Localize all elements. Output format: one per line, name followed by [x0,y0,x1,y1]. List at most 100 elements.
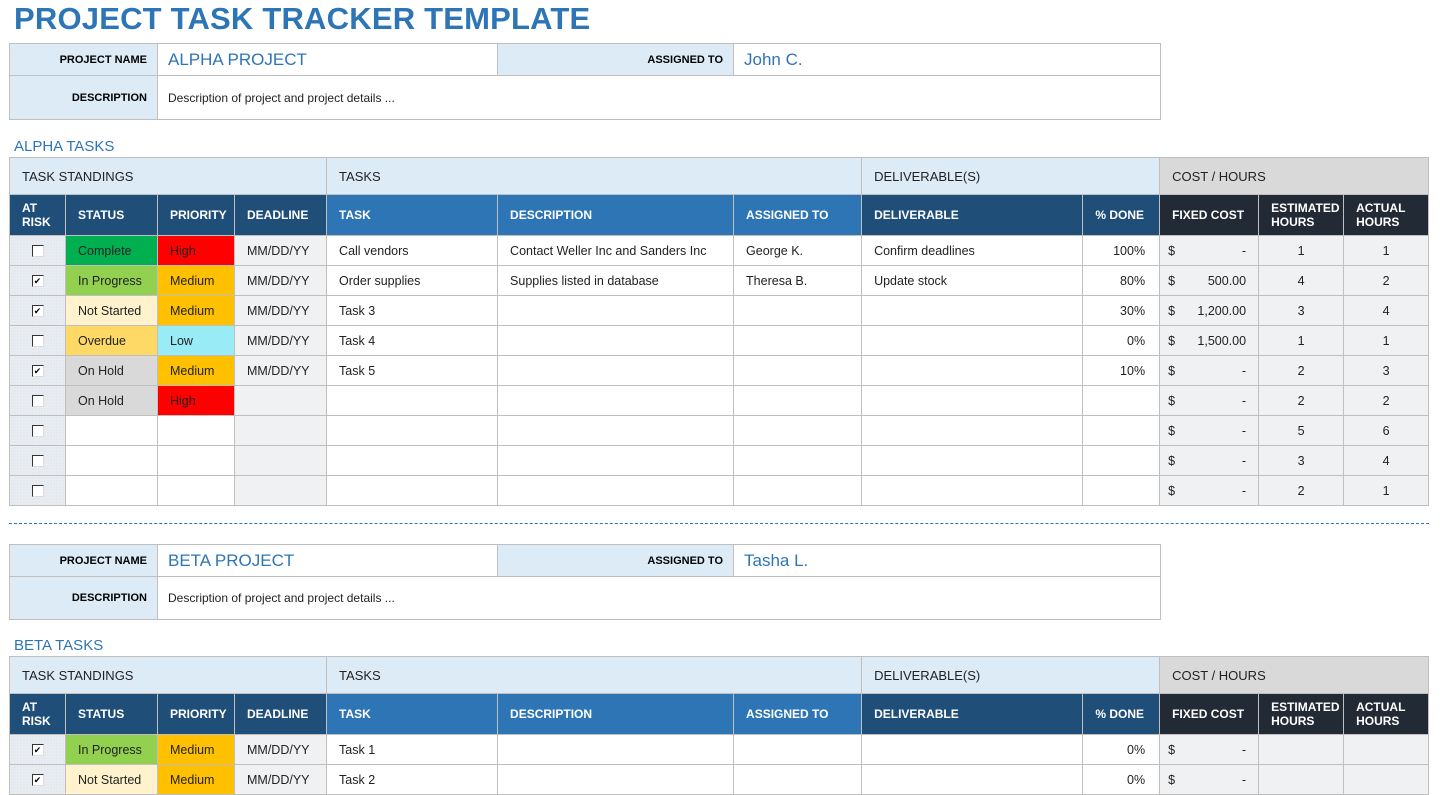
status-cell[interactable]: On Hold [65,385,158,416]
column-header-status[interactable]: STATUS [65,194,158,236]
estimated-hours-cell[interactable]: 2 [1258,355,1345,386]
column-header-deliverable[interactable]: DELIVERABLE [861,194,1084,236]
pct-done-cell[interactable]: 0% [1082,764,1161,795]
description-cell[interactable]: Supplies listed in database [497,265,735,296]
column-header-pct-done[interactable]: % DONE [1082,693,1161,735]
checkbox-unchecked[interactable] [31,425,44,438]
deadline-cell[interactable] [233,445,328,476]
deliverable-cell[interactable] [861,385,1084,416]
assigned-to-cell[interactable] [733,295,863,326]
estimated-hours-cell[interactable]: 2 [1258,475,1345,506]
column-header-deadline[interactable]: DEADLINE [233,194,328,236]
status-cell[interactable] [65,475,158,506]
column-header-task[interactable]: TASK [326,194,499,236]
estimated-hours-cell[interactable]: 1 [1258,325,1345,356]
assigned-to-cell[interactable]: George K. [733,235,863,266]
pct-done-cell[interactable]: 80% [1082,265,1161,296]
status-cell[interactable] [65,415,158,446]
description-cell[interactable] [497,385,735,416]
column-header-priority[interactable]: PRIORITY [157,693,235,735]
checkbox-checked[interactable]: ✔ [31,774,44,787]
actual-hours-cell[interactable]: 6 [1343,415,1430,446]
deadline-cell[interactable]: MM/DD/YY [233,734,328,765]
status-cell[interactable]: Complete [65,235,158,266]
assigned-to-cell[interactable] [733,734,863,765]
fixed-cost-cell[interactable]: $ - [1159,385,1260,416]
task-cell[interactable]: Task 2 [326,764,499,795]
fixed-cost-cell[interactable]: $ - [1159,235,1260,266]
task-cell[interactable] [326,385,499,416]
task-cell[interactable]: Task 5 [326,355,499,386]
assigned-to-cell[interactable] [733,764,863,795]
checkbox-checked[interactable]: ✔ [31,365,44,378]
column-header-assigned-to[interactable]: ASSIGNED TO [733,194,863,236]
estimated-hours-cell[interactable]: 3 [1258,295,1345,326]
deadline-cell[interactable]: MM/DD/YY [233,265,328,296]
priority-cell[interactable] [157,415,235,446]
column-header-priority[interactable]: PRIORITY [157,194,235,236]
actual-hours-cell[interactable]: 3 [1343,355,1430,386]
task-cell[interactable] [326,475,499,506]
deadline-cell[interactable]: MM/DD/YY [233,764,328,795]
assigned-to-cell[interactable] [733,325,863,356]
fixed-cost-cell[interactable]: $ - [1159,475,1260,506]
status-cell[interactable]: On Hold [65,355,158,386]
actual-hours-cell[interactable] [1343,734,1430,765]
pct-done-cell[interactable] [1082,385,1161,416]
status-cell[interactable]: Not Started [65,764,158,795]
deadline-cell[interactable] [233,475,328,506]
actual-hours-cell[interactable]: 1 [1343,235,1430,266]
deliverable-cell[interactable]: Update stock [861,265,1084,296]
description-cell[interactable] [497,734,735,765]
priority-cell[interactable]: Medium [157,295,235,326]
checkbox-unchecked[interactable] [31,245,44,258]
deadline-cell[interactable]: MM/DD/YY [233,235,328,266]
status-cell[interactable]: Not Started [65,295,158,326]
pct-done-cell[interactable] [1082,475,1161,506]
checkbox-unchecked[interactable] [31,455,44,468]
column-header-estimated-hours[interactable]: ESTIMATED HOURS [1258,693,1345,735]
pct-done-cell[interactable] [1082,445,1161,476]
column-header-fixed-cost[interactable]: FIXED COST [1159,194,1260,236]
status-cell[interactable]: In Progress [65,265,158,296]
deliverable-cell[interactable] [861,325,1084,356]
task-cell[interactable]: Order supplies [326,265,499,296]
pct-done-cell[interactable]: 10% [1082,355,1161,386]
priority-cell[interactable]: Medium [157,355,235,386]
task-cell[interactable] [326,445,499,476]
pct-done-cell[interactable] [1082,415,1161,446]
estimated-hours-cell[interactable]: 4 [1258,265,1345,296]
column-header-at-risk[interactable]: AT RISK [9,693,66,735]
actual-hours-cell[interactable]: 1 [1343,325,1430,356]
actual-hours-cell[interactable]: 2 [1343,385,1430,416]
fixed-cost-cell[interactable]: $1,200.00 [1159,295,1260,326]
actual-hours-cell[interactable]: 4 [1343,445,1430,476]
assigned-to-cell[interactable] [733,415,863,446]
deliverable-cell[interactable]: Confirm deadlines [861,235,1084,266]
priority-cell[interactable]: High [157,235,235,266]
checkbox-checked[interactable]: ✔ [31,275,44,288]
assigned-to-cell[interactable] [733,385,863,416]
task-cell[interactable]: Task 4 [326,325,499,356]
checkbox-checked[interactable]: ✔ [31,744,44,757]
pct-done-cell[interactable]: 0% [1082,734,1161,765]
column-header-deadline[interactable]: DEADLINE [233,693,328,735]
project-name-field[interactable]: BETA PROJECT [157,544,498,577]
deadline-cell[interactable] [233,385,328,416]
task-cell[interactable]: Task 3 [326,295,499,326]
checkbox-checked[interactable]: ✔ [31,305,44,318]
description-cell[interactable] [497,325,735,356]
description-field[interactable]: Description of project and project detai… [157,75,1161,120]
column-header-estimated-hours[interactable]: ESTIMATED HOURS [1258,194,1345,236]
deliverable-cell[interactable] [861,764,1084,795]
column-header-status[interactable]: STATUS [65,693,158,735]
assigned-to-cell[interactable]: Theresa B. [733,265,863,296]
description-cell[interactable] [497,295,735,326]
deadline-cell[interactable] [233,415,328,446]
assigned-to-cell[interactable] [733,475,863,506]
deliverable-cell[interactable] [861,295,1084,326]
status-cell[interactable] [65,445,158,476]
actual-hours-cell[interactable] [1343,764,1430,795]
deadline-cell[interactable]: MM/DD/YY [233,355,328,386]
deliverable-cell[interactable] [861,445,1084,476]
